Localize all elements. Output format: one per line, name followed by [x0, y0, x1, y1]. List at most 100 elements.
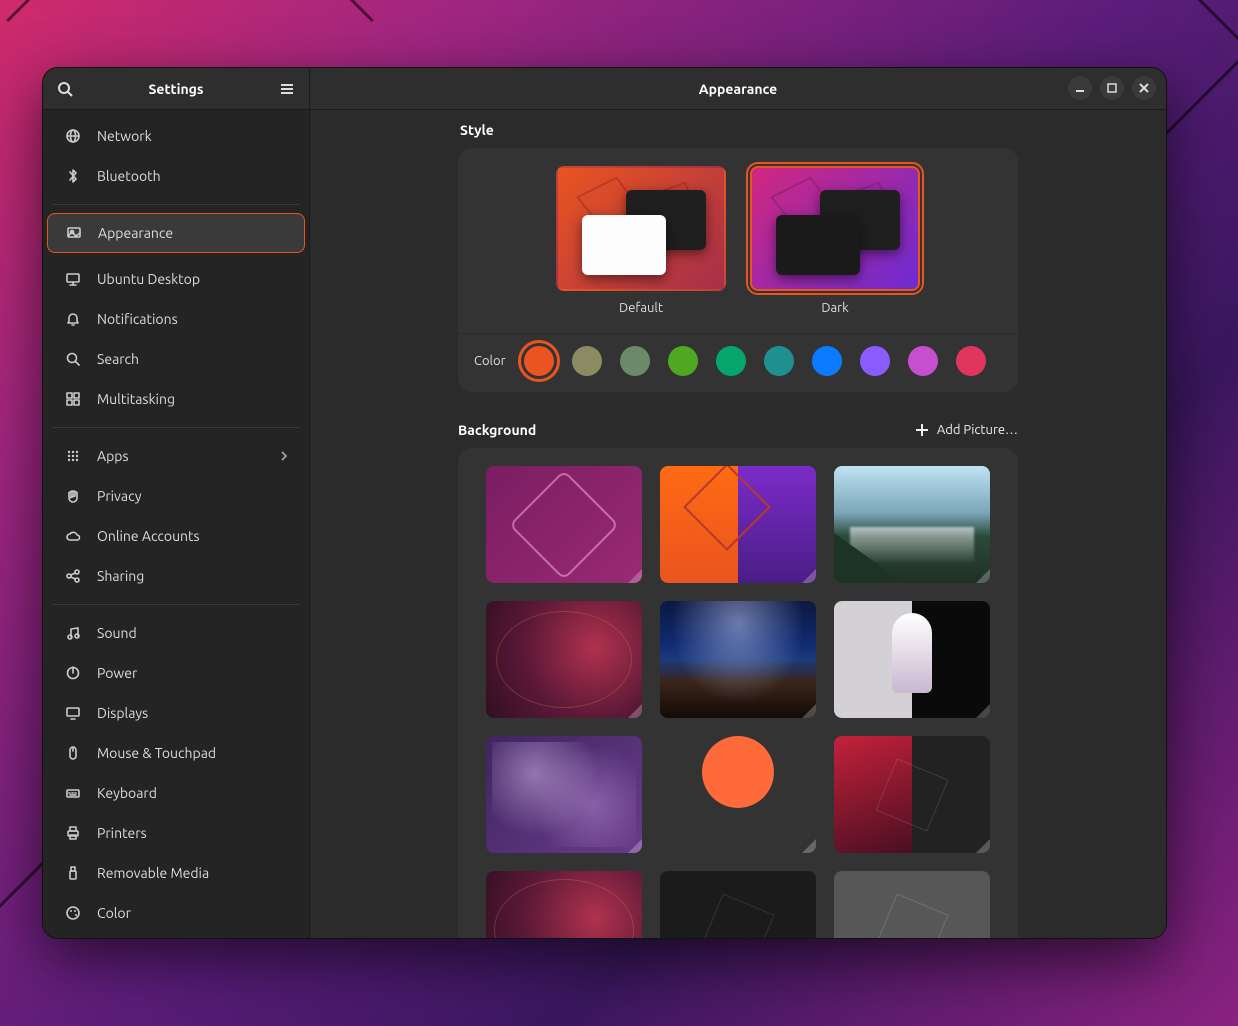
- main-header: Appearance: [310, 68, 1166, 110]
- color-swatch-sage[interactable]: [620, 346, 650, 376]
- sidebar-item-label: Apps: [97, 448, 129, 464]
- background-header: Background Add Picture…: [458, 422, 1018, 438]
- color-swatch-red[interactable]: [956, 346, 986, 376]
- hamburger-menu-button[interactable]: [275, 77, 299, 101]
- sidebar-item-displays[interactable]: Displays: [47, 693, 305, 733]
- sidebar-item-label: Bluetooth: [97, 168, 161, 184]
- wallpaper-preview: [834, 736, 990, 853]
- thumb-window-front: [776, 215, 860, 275]
- close-button[interactable]: [1132, 76, 1156, 100]
- wallpaper-corner-fold: [802, 569, 816, 583]
- mouse-icon: [65, 745, 81, 761]
- wallpaper-corner-fold: [802, 704, 816, 718]
- bluetooth-icon: [65, 168, 81, 184]
- wallpaper-corner-fold: [976, 704, 990, 718]
- multitasking-icon: [63, 389, 83, 409]
- app-title: Settings: [77, 81, 275, 97]
- sidebar-item-sound[interactable]: Sound: [47, 613, 305, 653]
- sidebar-item-label: Online Accounts: [97, 528, 200, 544]
- share-icon: [63, 566, 83, 586]
- wallpaper-minotaur-maroon[interactable]: [486, 466, 642, 583]
- power-icon: [63, 663, 83, 683]
- sidebar-item-multitasking[interactable]: Multitasking: [47, 379, 305, 419]
- color-swatch-viridian[interactable]: [716, 346, 746, 376]
- wallpaper-milky-way[interactable]: [660, 601, 816, 718]
- bluetooth-icon: [63, 166, 83, 186]
- style-option-default[interactable]: Default: [556, 166, 726, 329]
- wallpaper-minotaur-split[interactable]: [660, 466, 816, 583]
- main-panel: Appearance Style: [310, 68, 1166, 938]
- thumb-window-front: [582, 215, 666, 275]
- sidebar: Settings Network Bluetooth Appearance Ubunt…: [43, 68, 310, 938]
- share-icon: [65, 568, 81, 584]
- desktop-icon: [65, 271, 81, 287]
- add-picture-button[interactable]: Add Picture…: [915, 423, 1018, 437]
- sidebar-item-appearance[interactable]: Appearance: [47, 213, 305, 253]
- add-picture-label: Add Picture…: [937, 423, 1018, 437]
- wallpaper-purple-demon[interactable]: [486, 736, 642, 853]
- style-section-title: Style: [460, 122, 1166, 138]
- sidebar-item-label: Privacy: [97, 488, 141, 504]
- wallpaper-rings-maroon[interactable]: [486, 601, 642, 718]
- color-swatch-bark[interactable]: [572, 346, 602, 376]
- page-title: Appearance: [699, 81, 777, 97]
- sidebar-item-label: Sharing: [97, 568, 144, 584]
- sidebar-item-label: Printers: [97, 825, 147, 841]
- search-button[interactable]: [53, 77, 77, 101]
- color-swatch-blue[interactable]: [812, 346, 842, 376]
- hamburger-icon: [279, 81, 295, 97]
- color-swatch-olive[interactable]: [668, 346, 698, 376]
- wallpaper-minotaur-statue-split[interactable]: [834, 601, 990, 718]
- style-options: Default Dark: [458, 148, 1018, 333]
- sidebar-item-sharing[interactable]: Sharing: [47, 556, 305, 596]
- wallpaper-preview: [660, 871, 816, 938]
- sidebar-item-network[interactable]: Network: [47, 116, 305, 156]
- wallpaper-maze-black[interactable]: [660, 871, 816, 938]
- color-swatch-magenta[interactable]: [908, 346, 938, 376]
- sidebar-item-printers[interactable]: Printers: [47, 813, 305, 853]
- search-icon: [63, 349, 83, 369]
- sidebar-item-label: Search: [97, 351, 139, 367]
- sidebar-item-bluetooth[interactable]: Bluetooth: [47, 156, 305, 196]
- sidebar-item-notifications[interactable]: Notifications: [47, 299, 305, 339]
- sidebar-item-privacy[interactable]: Privacy: [47, 476, 305, 516]
- color-swatch-purple[interactable]: [860, 346, 890, 376]
- wallpaper-preview: [834, 466, 990, 583]
- style-option-dark[interactable]: Dark: [750, 166, 920, 329]
- wallpaper-corner-fold: [628, 839, 642, 853]
- wallpaper-buffalo-sunset[interactable]: [660, 736, 816, 853]
- sidebar-item-label: Notifications: [97, 311, 178, 327]
- minimize-button[interactable]: [1068, 76, 1092, 100]
- sidebar-item-online-accounts[interactable]: Online Accounts: [47, 516, 305, 556]
- sidebar-item-label: Network: [97, 128, 152, 144]
- sidebar-item-power[interactable]: Power: [47, 653, 305, 693]
- wallpaper-grid: [458, 448, 1018, 938]
- music-icon: [63, 623, 83, 643]
- color-swatch-orange[interactable]: [524, 346, 554, 376]
- desktop-icon: [63, 269, 83, 289]
- sidebar-item-label: Multitasking: [97, 391, 175, 407]
- cloud-icon: [65, 528, 81, 544]
- sidebar-item-removable-media[interactable]: Removable Media: [47, 853, 305, 893]
- sidebar-item-color[interactable]: Color: [47, 893, 305, 933]
- color-swatch-prussian[interactable]: [764, 346, 794, 376]
- wallpaper-corner-fold: [628, 569, 642, 583]
- accent-color-row: Color: [458, 333, 1018, 392]
- color-icon: [65, 905, 81, 921]
- sidebar-item-ubuntu-desktop[interactable]: Ubuntu Desktop: [47, 259, 305, 299]
- wallpaper-maze-grey[interactable]: [834, 871, 990, 938]
- maximize-button[interactable]: [1100, 76, 1124, 100]
- sidebar-item-mouse-touchpad[interactable]: Mouse & Touchpad: [47, 733, 305, 773]
- wallpaper-preview: [660, 466, 816, 583]
- music-icon: [65, 625, 81, 641]
- sidebar-item-keyboard[interactable]: Keyboard: [47, 773, 305, 813]
- sidebar-item-search[interactable]: Search: [47, 339, 305, 379]
- sidebar-list: Network Bluetooth Appearance Ubuntu Desktop…: [43, 110, 309, 938]
- wallpaper-maze-split[interactable]: [834, 736, 990, 853]
- wallpaper-rings-maroon-2[interactable]: [486, 871, 642, 938]
- hand-icon: [65, 488, 81, 504]
- sidebar-item-apps[interactable]: Apps: [47, 436, 305, 476]
- apps-icon: [65, 448, 81, 464]
- sidebar-item-label: Displays: [97, 705, 148, 721]
- wallpaper-fjord-photo[interactable]: [834, 466, 990, 583]
